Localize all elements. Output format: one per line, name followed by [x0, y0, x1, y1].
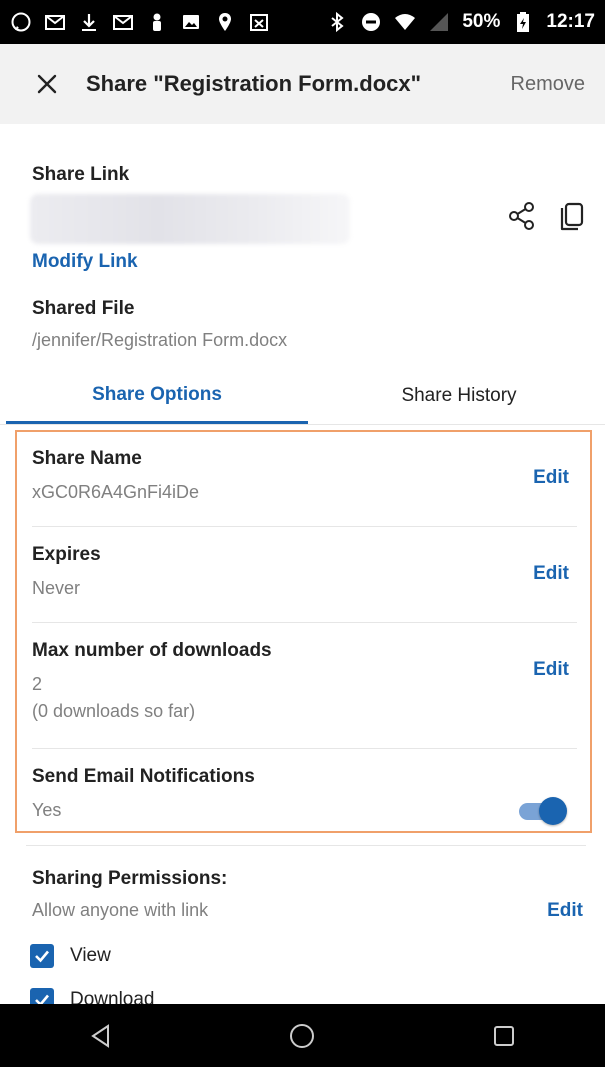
remove-button[interactable]: Remove	[511, 73, 585, 96]
share-name-value: xGC0R6A4GnFi4iDe	[32, 482, 200, 502]
do-not-disturb-icon	[360, 11, 382, 33]
calendar-icon	[248, 11, 270, 33]
gmail-icon	[44, 11, 66, 33]
tab-share-history[interactable]: Share History	[308, 368, 605, 424]
back-icon	[91, 1023, 109, 1048]
toggle-thumb	[539, 797, 567, 825]
tab-bar: Share Options Share History	[0, 368, 605, 425]
share-icon	[509, 202, 534, 230]
person-icon	[146, 11, 168, 33]
share-name-row: Share Name xGC0R6A4GnFi4iDe Edit	[32, 448, 577, 503]
share-name-label: Share Name	[32, 448, 142, 469]
status-bar-right: 50% 12:17	[326, 11, 595, 33]
bluetooth-icon	[326, 11, 348, 33]
max-downloads-value: 2	[32, 674, 43, 694]
close-button[interactable]	[30, 67, 64, 101]
copy-link-button[interactable]	[556, 202, 586, 234]
expires-row: Expires Never Edit	[32, 544, 577, 599]
gmail-icon	[112, 11, 134, 33]
signal-icon	[428, 11, 450, 33]
divider	[32, 622, 577, 623]
tab-share-options[interactable]: Share Options	[6, 368, 308, 424]
share-button[interactable]	[506, 200, 538, 232]
edit-share-name-button[interactable]: Edit	[533, 467, 569, 489]
wifi-icon	[394, 11, 416, 33]
close-icon	[37, 74, 57, 94]
email-notifications-value: Yes	[32, 800, 62, 820]
modify-link-button[interactable]: Modify Link	[32, 251, 138, 273]
shared-file-path: /jennifer/Registration Form.docx	[32, 330, 288, 350]
navigation-bar	[0, 1004, 605, 1067]
view-checkbox-row[interactable]: View	[30, 944, 111, 968]
sharing-permissions-label: Sharing Permissions:	[32, 868, 228, 889]
email-notifications-row: Send Email Notifications Yes	[32, 766, 577, 825]
back-button[interactable]	[86, 1021, 116, 1051]
share-options-panel: Share Name xGC0R6A4GnFi4iDe Edit Expires…	[15, 430, 592, 833]
divider	[32, 526, 577, 527]
check-icon	[35, 950, 49, 963]
max-downloads-label: Max number of downloads	[32, 640, 272, 661]
whatsapp-icon	[10, 11, 32, 33]
downloads-so-far: (0 downloads so far)	[32, 701, 196, 721]
max-downloads-row: Max number of downloads 2 (0 downloads s…	[32, 640, 577, 722]
view-checkbox[interactable]	[30, 944, 54, 968]
copy-icon	[560, 202, 584, 231]
location-icon	[214, 11, 236, 33]
expires-label: Expires	[32, 544, 101, 565]
email-notifications-label: Send Email Notifications	[32, 766, 255, 787]
share-link-label: Share Link	[32, 164, 130, 185]
shared-file-label: Shared File	[32, 298, 135, 319]
share-link-url-blurred	[30, 194, 350, 244]
edit-permissions-button[interactable]: Edit	[547, 900, 583, 922]
battery-percent: 50%	[462, 11, 501, 32]
battery-icon	[512, 11, 534, 33]
status-bar: 50% 12:17	[0, 0, 605, 44]
divider	[32, 748, 577, 749]
sharing-permissions-value: Allow anyone with link	[32, 900, 209, 920]
email-notifications-toggle[interactable]	[517, 796, 567, 826]
status-bar-left	[10, 11, 270, 33]
recents-button[interactable]	[489, 1021, 519, 1051]
home-icon	[290, 1023, 315, 1048]
image-icon	[180, 11, 202, 33]
page-title: Share "Registration Form.docx"	[86, 71, 422, 96]
edit-max-downloads-button[interactable]: Edit	[533, 659, 569, 681]
recents-icon	[494, 1025, 515, 1046]
edit-expires-button[interactable]: Edit	[533, 563, 569, 585]
download-icon	[78, 11, 100, 33]
clock: 12:17	[546, 11, 595, 32]
divider	[26, 845, 586, 846]
app-bar: Share "Registration Form.docx" Remove	[0, 44, 605, 124]
view-checkbox-label: View	[70, 945, 111, 966]
home-button[interactable]	[287, 1021, 317, 1051]
expires-value: Never	[32, 578, 81, 598]
